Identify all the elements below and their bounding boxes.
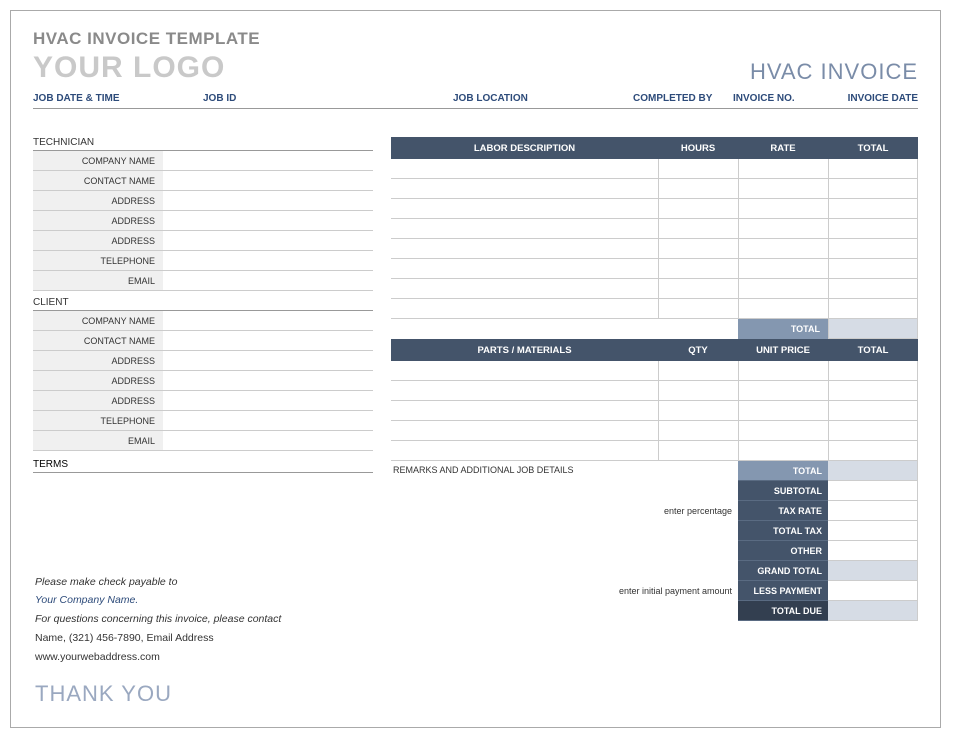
header-completed-by: COMPLETED BY	[633, 93, 733, 104]
grand-total-value	[828, 561, 918, 581]
tax-rate-label: TAX RATE	[738, 501, 828, 521]
total-due-value	[828, 601, 918, 621]
footer: Please make check payable to Your Compan…	[35, 573, 281, 707]
grand-total-label: GRAND TOTAL	[738, 561, 828, 581]
footer-line1: Please make check payable to	[35, 573, 281, 592]
terms-label: TERMS	[33, 457, 373, 473]
subtotal-value	[828, 481, 918, 501]
invoice-title: HVAC INVOICE	[750, 59, 918, 85]
labor-row[interactable]	[391, 179, 918, 199]
tech-company-label: COMPANY NAME	[33, 151, 163, 170]
right-column: LABOR DESCRIPTION HOURS RATE TOTAL TOTAL…	[391, 137, 918, 621]
parts-row[interactable]	[391, 361, 918, 381]
parts-row[interactable]	[391, 401, 918, 421]
technician-section: TECHNICIAN	[33, 137, 373, 151]
tax-rate-value[interactable]	[828, 501, 918, 521]
tech-contact-label: CONTACT NAME	[33, 171, 163, 190]
client-tel-label: TELEPHONE	[33, 411, 163, 430]
total-tax-label: TOTAL TAX	[738, 521, 828, 541]
footer-web: www.yourwebaddress.com	[35, 648, 281, 667]
parts-unit-header: UNIT PRICE	[738, 345, 828, 356]
labor-header: LABOR DESCRIPTION HOURS RATE TOTAL	[391, 137, 918, 159]
thank-you: THANK YOU	[35, 681, 281, 707]
other-label: OTHER	[738, 541, 828, 561]
labor-desc-header: LABOR DESCRIPTION	[391, 143, 658, 154]
labor-row[interactable]	[391, 199, 918, 219]
logo-placeholder: YOUR LOGO	[33, 51, 225, 85]
labor-row[interactable]	[391, 299, 918, 319]
client-section: CLIENT	[33, 297, 373, 311]
tech-addr1-label: ADDRESS	[33, 191, 163, 210]
labor-row[interactable]	[391, 239, 918, 259]
less-payment-label: LESS PAYMENT	[738, 581, 828, 601]
parts-header: PARTS / MATERIALS QTY UNIT PRICE TOTAL	[391, 339, 918, 361]
header-job-location: JOB LOCATION	[453, 93, 633, 104]
document-title: HVAC INVOICE TEMPLATE	[33, 29, 918, 49]
labor-total-value	[828, 319, 918, 339]
subtotal-label: SUBTOTAL	[738, 481, 828, 501]
parts-total-header: TOTAL	[828, 345, 918, 356]
tax-rate-note: enter percentage	[391, 501, 738, 521]
other-value[interactable]	[828, 541, 918, 561]
footer-line3: For questions concerning this invoice, p…	[35, 610, 281, 629]
total-tax-value	[828, 521, 918, 541]
client-company-label: COMPANY NAME	[33, 311, 163, 330]
labor-row[interactable]	[391, 219, 918, 239]
less-payment-note: enter initial payment amount	[391, 581, 738, 601]
labor-total-header: TOTAL	[828, 143, 918, 154]
labor-hours-header: HOURS	[658, 143, 738, 154]
client-addr2-label: ADDRESS	[33, 371, 163, 390]
tech-tel-label: TELEPHONE	[33, 251, 163, 270]
labor-row[interactable]	[391, 259, 918, 279]
client-addr1-label: ADDRESS	[33, 351, 163, 370]
invoice-page: HVAC INVOICE TEMPLATE YOUR LOGO HVAC INV…	[10, 10, 941, 728]
labor-rate-header: RATE	[738, 143, 828, 154]
parts-qty-header: QTY	[658, 345, 738, 356]
parts-total-value	[828, 461, 918, 481]
labor-total-row: TOTAL	[391, 319, 918, 339]
header-job-id: JOB ID	[203, 93, 453, 104]
client-addr3-label: ADDRESS	[33, 391, 163, 410]
logo-row: YOUR LOGO HVAC INVOICE	[33, 51, 918, 85]
header-invoice-no: INVOICE NO.	[733, 93, 833, 104]
parts-row[interactable]	[391, 441, 918, 461]
header-invoice-date: INVOICE DATE	[833, 93, 918, 104]
client-email-label: EMAIL	[33, 431, 163, 450]
parts-desc-header: PARTS / MATERIALS	[391, 345, 658, 356]
total-due-label: TOTAL DUE	[738, 601, 828, 621]
tech-email-label: EMAIL	[33, 271, 163, 290]
left-column: TECHNICIAN COMPANY NAME CONTACT NAME ADD…	[33, 137, 373, 621]
tech-addr3-label: ADDRESS	[33, 231, 163, 250]
remarks-label: REMARKS AND ADDITIONAL JOB DETAILS	[391, 461, 738, 481]
tech-addr2-label: ADDRESS	[33, 211, 163, 230]
header-job-date: JOB DATE & TIME	[33, 93, 203, 104]
footer-contact: Name, (321) 456-7890, Email Address	[35, 629, 281, 648]
labor-total-label: TOTAL	[738, 319, 828, 339]
less-payment-value[interactable]	[828, 581, 918, 601]
footer-company-name: Your Company Name.	[35, 591, 281, 610]
job-header-row: JOB DATE & TIME JOB ID JOB LOCATION COMP…	[33, 87, 918, 109]
parts-total-label: TOTAL	[738, 461, 828, 481]
parts-row[interactable]	[391, 381, 918, 401]
parts-row[interactable]	[391, 421, 918, 441]
client-contact-label: CONTACT NAME	[33, 331, 163, 350]
labor-row[interactable]	[391, 159, 918, 179]
labor-row[interactable]	[391, 279, 918, 299]
